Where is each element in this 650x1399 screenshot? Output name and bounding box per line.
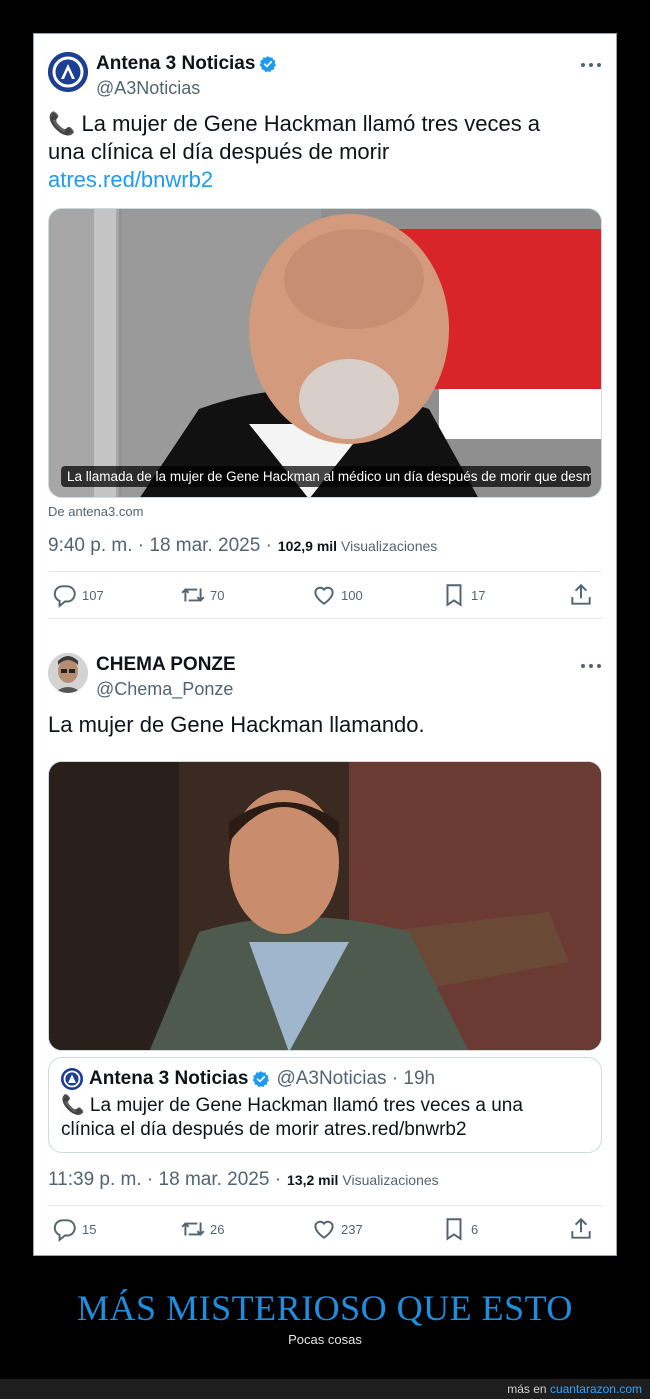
tweet-header: CHEMA PONZE @Chema_Ponze	[48, 651, 602, 707]
bookmark-button[interactable]: 6	[441, 1216, 478, 1242]
tweet-link[interactable]: atres.red/bnwrb2	[48, 166, 602, 194]
like-button[interactable]: 237	[311, 1216, 363, 1242]
handle[interactable]: @A3Noticias	[96, 76, 277, 100]
like-button[interactable]: 100	[311, 582, 363, 608]
screenshot-frame: Antena 3 Noticias @A3Noticias 📞 La mujer…	[33, 33, 617, 1256]
retweet-icon	[181, 588, 205, 602]
retweet-button[interactable]: 70	[180, 582, 224, 608]
site-link[interactable]: cuantarazon.com	[550, 1382, 642, 1396]
quoted-text: 📞 La mujer de Gene Hackman llamó tres ve…	[61, 1095, 523, 1140]
meme-subtitle: Pocas cosas	[288, 1332, 362, 1347]
tweet-actions: 15 26 237 6	[48, 1206, 602, 1252]
share-icon	[571, 583, 591, 605]
verified-badge-icon	[253, 1071, 270, 1088]
tweet-media-photo[interactable]: La llamada de la mujer de Gene Hackman a…	[48, 208, 602, 498]
reply-icon	[53, 585, 76, 608]
media-caption: La llamada de la mujer de Gene Hackman a…	[61, 466, 591, 487]
tweet-actions: 107 70 100 17	[48, 572, 602, 618]
retweet-icon	[181, 1222, 205, 1236]
views-label: Visualizaciones	[341, 538, 438, 554]
tweet-antena3: Antena 3 Noticias @A3Noticias 📞 La mujer…	[48, 50, 602, 619]
tweet-media-photo[interactable]	[48, 761, 602, 1051]
tweet-header: Antena 3 Noticias @A3Noticias	[48, 50, 602, 106]
divider	[48, 618, 602, 619]
antena3-logo	[61, 1068, 83, 1090]
quoted-tweet[interactable]: Antena 3 Noticias @A3Noticias · 19h 📞 La…	[48, 1057, 602, 1153]
tweet-meta: 9:40 p. m. · 18 mar. 2025 · 102,9 mil Vi…	[48, 535, 602, 557]
bruce-willis-photo	[49, 762, 601, 1050]
more-icon[interactable]	[580, 661, 602, 671]
link-source[interactable]: De antena3.com	[48, 504, 602, 519]
share-button[interactable]	[568, 582, 598, 608]
timestamp[interactable]: 11:39 p. m. · 18 mar. 2025 ·	[48, 1169, 281, 1191]
quoted-tweet-header: Antena 3 Noticias @A3Noticias · 19h	[61, 1068, 589, 1090]
tweet-chema: CHEMA PONZE @Chema_Ponze La mujer de Gen…	[48, 651, 602, 1252]
view-count: 102,9 mil	[277, 538, 338, 554]
verified-badge-icon	[260, 56, 277, 73]
reply-button[interactable]: 15	[52, 1216, 96, 1242]
like-icon	[314, 586, 334, 605]
like-icon	[314, 1220, 334, 1239]
more-icon[interactable]	[580, 60, 602, 70]
retweet-button[interactable]: 26	[180, 1216, 224, 1242]
site-footer-bar: más en cuantarazon.com	[0, 1379, 650, 1399]
tweet-text: La mujer de Gene Hackman llamando.	[48, 712, 425, 737]
quoted-handle: @A3Noticias · 19h	[276, 1068, 436, 1089]
chema-avatar[interactable]	[48, 653, 88, 693]
tweet-meta: 11:39 p. m. · 18 mar. 2025 · 13,2 mil Vi…	[48, 1169, 602, 1191]
antena3-avatar[interactable]	[48, 52, 88, 92]
reply-icon	[53, 1219, 76, 1242]
display-name[interactable]: CHEMA PONZE	[96, 653, 236, 677]
reply-button[interactable]: 107	[52, 582, 104, 608]
site-credit: más en cuantarazon.com	[507, 1382, 642, 1396]
meme-title: MÁS MISTERIOSO QUE ESTO	[77, 1288, 573, 1328]
bookmark-icon	[446, 1218, 462, 1241]
bookmark-button[interactable]: 17	[441, 582, 485, 608]
share-button[interactable]	[568, 1216, 598, 1242]
display-name[interactable]: Antena 3 Noticias	[96, 52, 277, 76]
bookmark-icon	[446, 584, 462, 607]
timestamp[interactable]: 9:40 p. m. · 18 mar. 2025 ·	[48, 535, 272, 557]
share-icon	[571, 1217, 591, 1239]
antena3-logo	[48, 52, 88, 92]
gene-hackman-photo	[49, 209, 601, 497]
quoted-display-name: Antena 3 Noticias	[89, 1068, 249, 1089]
view-count: 13,2 mil	[287, 1172, 339, 1188]
handle[interactable]: @Chema_Ponze	[96, 677, 236, 701]
tweet-text: 📞 La mujer de Gene Hackman llamó tres ve…	[48, 110, 602, 194]
chema-avatar-photo	[48, 653, 88, 693]
views-label: Visualizaciones	[342, 1172, 439, 1188]
